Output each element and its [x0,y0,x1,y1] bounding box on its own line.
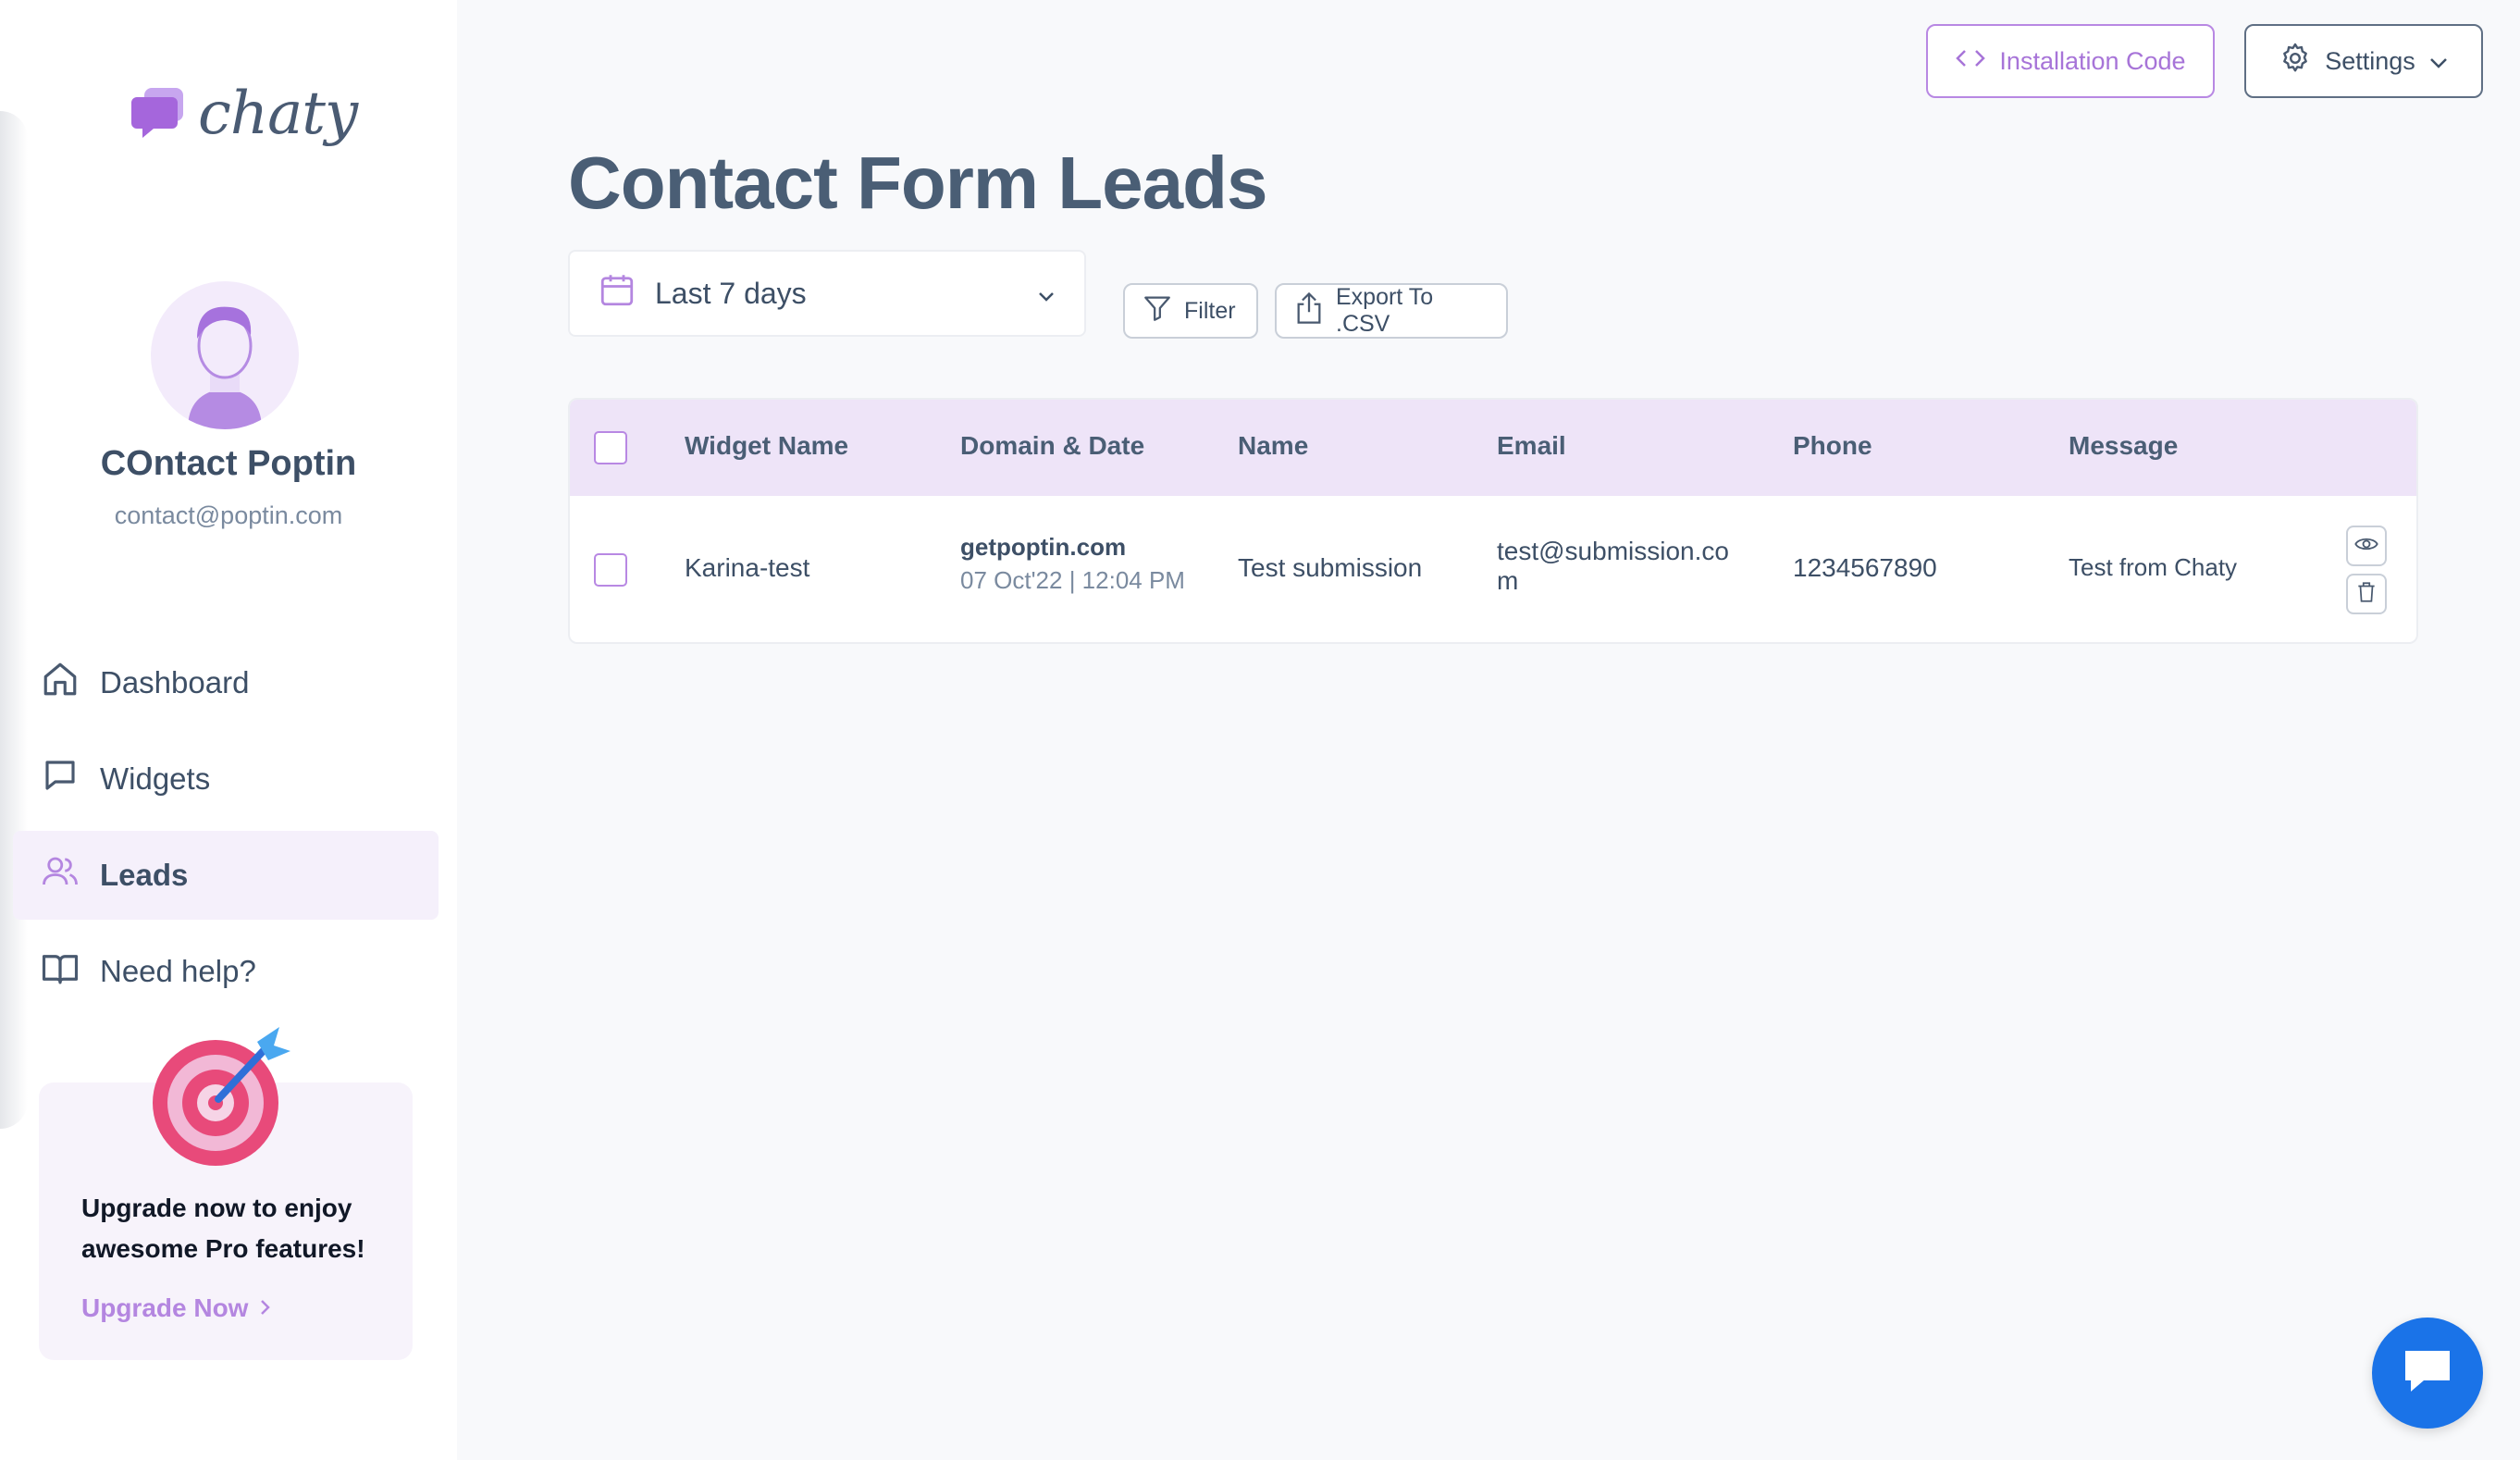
chevron-down-icon [1036,277,1056,311]
target-icon [109,1018,303,1175]
email-cell-wrap: m [1497,566,1519,595]
date-range-select[interactable]: Last 7 days [568,250,1086,337]
home-icon [41,660,80,706]
table-row: Karina-test getpoptin.com 07 Oct'22 | 12… [570,496,2416,642]
filter-label: Filter [1184,297,1236,324]
code-icon [1955,47,1986,76]
settings-label: Settings [2325,46,2415,75]
chat-bubble-icon [2400,1345,2455,1402]
column-header: Phone [1793,431,1872,460]
export-label: Export To .CSV [1336,284,1434,337]
filter-icon [1142,292,1173,330]
chevron-right-icon [259,1293,272,1323]
date-range-value: Last 7 days [655,276,807,310]
avatar [151,281,299,429]
date-cell: 07 Oct'22 | 12:04 PM [960,566,1185,594]
domain-cell: getpoptin.com [960,533,1127,561]
settings-button[interactable]: Settings [2244,24,2483,98]
message-cell: Test from Chaty [2069,553,2238,581]
row-checkbox[interactable] [594,553,627,587]
logo-text: chaty [198,80,358,148]
table-header: Widget Name Domain & Date Name Email Pho… [570,400,2416,496]
widget-name-cell: Karina-test [685,553,810,582]
user-email: contact@poptin.com [114,501,343,529]
upgrade-now-link[interactable]: Upgrade Now [81,1293,272,1323]
sidebar-item-label: Need help? [100,954,256,988]
user-name: COntact Poptin [100,444,357,483]
sidebar-item-label: Leads [100,858,189,892]
installation-code-button[interactable]: Installation Code [1926,24,2215,98]
delete-button[interactable] [2346,574,2387,614]
book-icon [41,948,80,995]
gear-icon [2279,42,2312,81]
sidebar-item-leads[interactable]: Leads [13,831,439,920]
logo[interactable]: chaty [131,80,358,148]
select-all-checkbox[interactable] [594,431,627,464]
name-cell: Test submission [1238,553,1423,582]
email-cell: test@submission.co [1497,537,1729,565]
leads-table: Widget Name Domain & Date Name Email Pho… [568,398,2418,644]
page-title: Contact Form Leads [568,142,1267,224]
column-header: Widget Name [685,431,849,460]
phone-cell: 1234567890 [1793,553,1937,582]
calendar-icon [598,270,636,316]
column-header: Email [1497,431,1566,460]
filter-button[interactable]: Filter [1123,283,1258,339]
view-button[interactable] [2346,526,2387,566]
upgrade-link-label: Upgrade Now [81,1293,249,1322]
eye-icon [2353,531,2379,562]
chat-icon [41,756,80,802]
chaty-logo-icon [131,86,185,142]
sidebar-item-label: Widgets [100,761,211,796]
column-header: Name [1238,431,1309,460]
column-header: Domain & Date [960,431,1145,460]
sidebar-item-label: Dashboard [100,665,250,699]
sidebar: chaty COntact Poptin contact@poptin.com … [0,0,457,1460]
upload-icon [1293,291,1325,332]
users-icon [41,852,80,898]
sidebar-item-help[interactable]: Need help? [13,927,439,1016]
upgrade-text: Upgrade now to enjoy awesome Pro feature… [81,1194,365,1263]
column-header: Message [2069,431,2179,460]
sidebar-nav: Dashboard Widgets Leads Need help? [13,638,439,1023]
sidebar-item-widgets[interactable]: Widgets [13,735,439,823]
chevron-down-icon [2428,47,2449,76]
export-csv-button[interactable]: Export To .CSV [1275,283,1508,339]
chat-widget-button[interactable] [2372,1318,2483,1429]
installation-code-label: Installation Code [1999,46,2186,75]
sidebar-item-dashboard[interactable]: Dashboard [13,638,439,727]
trash-icon [2354,579,2378,610]
